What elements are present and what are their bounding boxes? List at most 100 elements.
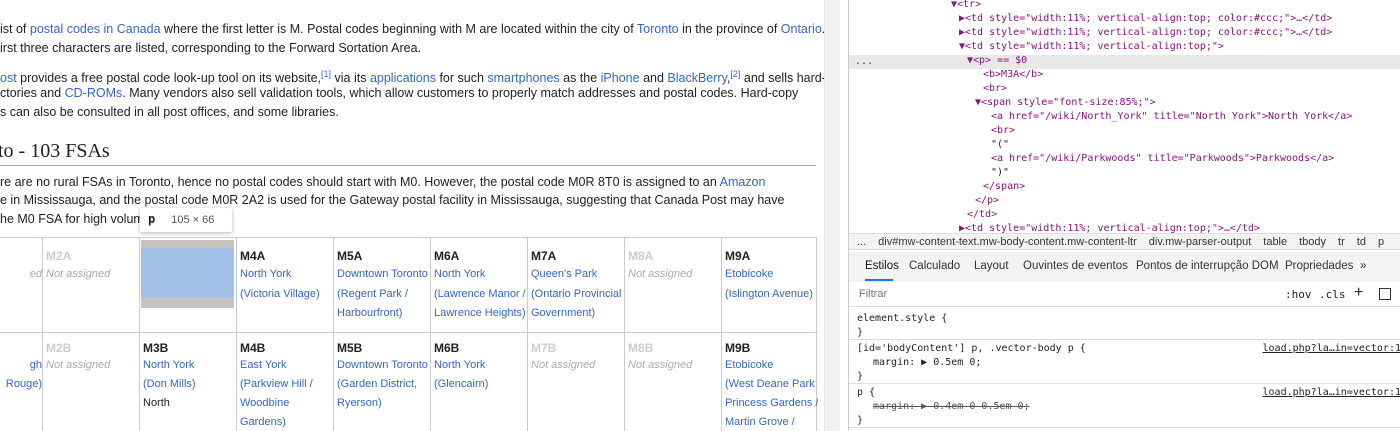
tab-propriedades[interactable]: Propriedades bbox=[1285, 260, 1353, 272]
tab-layout[interactable]: Layout bbox=[974, 260, 1009, 272]
cls-toggle[interactable]: .cls bbox=[1319, 288, 1346, 301]
table-cell: M6B North York (Glencairn) bbox=[430, 333, 527, 431]
dom-node[interactable]: <b>M3A</b> bbox=[983, 68, 1043, 82]
breadcrumb-item[interactable]: ... bbox=[857, 236, 866, 248]
area-link[interactable]: Government) bbox=[531, 304, 624, 324]
dom-node[interactable]: </span> bbox=[983, 180, 1025, 194]
paragraph-1: ist of postal codes in Canada where the … bbox=[0, 20, 825, 39]
area-link[interactable]: North York bbox=[434, 265, 527, 285]
breadcrumb-item[interactable]: div.mw-parser-output bbox=[1149, 236, 1252, 248]
postal-code: M7A bbox=[531, 249, 557, 263]
area-link[interactable]: (Regent Park / bbox=[337, 285, 430, 305]
table-cell: M5A Downtown Toronto (Regent Park / Harbour… bbox=[333, 238, 430, 333]
breadcrumb-item[interactable]: div#mw-content-text.mw-body-content.mw-c… bbox=[878, 236, 1137, 248]
tab-calculado[interactable]: Calculado bbox=[909, 260, 960, 272]
area-link[interactable]: North York bbox=[143, 356, 236, 375]
area-link[interactable]: Etobicoke bbox=[725, 265, 818, 285]
dom-node[interactable]: ▼<td style="width:11%; vertical-align:to… bbox=[959, 40, 1224, 54]
dom-ellipsis[interactable]: ... bbox=[855, 55, 873, 69]
citation[interactable]: [1] bbox=[321, 69, 331, 79]
area-link[interactable]: (Glencairn) bbox=[434, 375, 527, 394]
area-link[interactable]: Gardens) bbox=[240, 413, 333, 431]
area-link[interactable]: North bbox=[143, 394, 236, 413]
rule-declaration[interactable]: margin: ▶ 0.5em 0; bbox=[873, 356, 981, 370]
area-link[interactable]: (Garden District, bbox=[337, 375, 430, 394]
postal-code: M8A bbox=[628, 249, 654, 263]
area-link[interactable]: Queen's Park bbox=[531, 265, 624, 285]
table-cell: M7A Queen's Park (Ontario Provincial Govern… bbox=[527, 238, 624, 333]
postal-code: M4A bbox=[240, 249, 266, 263]
breadcrumb-item[interactable]: td bbox=[1357, 236, 1366, 248]
dom-node[interactable]: </p> bbox=[975, 194, 999, 208]
area-link[interactable]: Downtown Toronto bbox=[337, 356, 430, 375]
area-link[interactable]: (Victoria Village) bbox=[240, 285, 333, 305]
dom-node[interactable]: </td> bbox=[967, 208, 997, 222]
area-link[interactable]: (Parkview Hill / bbox=[240, 375, 333, 394]
rule-selector[interactable]: p { bbox=[857, 386, 875, 400]
area-link[interactable]: (Don Mills) bbox=[143, 375, 236, 394]
tab-ouvintes-de-eventos[interactable]: Ouvintes de eventos bbox=[1023, 260, 1128, 272]
rule-source-link[interactable]: load.php?la…in=vector:1 bbox=[1263, 386, 1400, 400]
area-link[interactable]: Woodbine bbox=[240, 394, 333, 413]
hov-toggle[interactable]: :hov bbox=[1285, 288, 1312, 301]
dom-node[interactable]: ▶<td style="width:11%; vertical-align:to… bbox=[959, 12, 1332, 26]
link[interactable]: Ontario bbox=[781, 22, 822, 36]
area-link[interactable]: Downtown Toronto bbox=[337, 265, 430, 285]
area-link[interactable]: gh bbox=[0, 356, 42, 375]
breadcrumb-item[interactable]: tbody bbox=[1299, 236, 1326, 248]
tab-pontos-de-interrupção-dom[interactable]: Pontos de interrupção DOM bbox=[1136, 260, 1279, 272]
area-link[interactable]: Lawrence Heights) bbox=[434, 304, 527, 324]
toggle-sidebar-icon[interactable] bbox=[1379, 288, 1391, 300]
selected-node-row[interactable] bbox=[849, 55, 1400, 69]
dom-node[interactable]: <a href="/wiki/North_York" title="North … bbox=[991, 110, 1352, 124]
area-link[interactable]: Martin Grove / bbox=[725, 413, 818, 431]
area-link[interactable]: Ryerson) bbox=[337, 394, 430, 413]
dom-node[interactable]: <br> bbox=[983, 82, 1007, 96]
dom-node[interactable]: "(" bbox=[991, 138, 1009, 152]
area-link[interactable]: (Lawrence Manor / bbox=[434, 285, 527, 305]
table-cell: M9A Etobicoke (Islington Avenue) bbox=[721, 238, 818, 333]
new-rule-button[interactable]: + bbox=[1354, 284, 1363, 302]
area-link[interactable]: (Islington Avenue) bbox=[725, 285, 818, 305]
page-scrollbar[interactable] bbox=[824, 0, 840, 431]
filter-input[interactable]: Filtrar bbox=[853, 286, 1253, 304]
area-link[interactable]: North York bbox=[240, 265, 333, 285]
table-cell: M2A Not assigned bbox=[42, 238, 139, 333]
breadcrumb-item[interactable]: table bbox=[1263, 236, 1287, 248]
postal-code: M5B bbox=[337, 341, 363, 355]
link[interactable]: Amazon bbox=[720, 175, 766, 189]
area-link[interactable]: East York bbox=[240, 356, 333, 375]
dom-node[interactable]: ▼<p> == $0 bbox=[967, 54, 1027, 68]
area-link[interactable]: Harbourfront) bbox=[337, 304, 430, 324]
more-tabs-icon[interactable]: » bbox=[1360, 260, 1366, 272]
dom-node[interactable]: ▼<tr> bbox=[951, 0, 981, 12]
area-link[interactable]: (Ontario Provincial bbox=[531, 285, 624, 305]
dom-node[interactable]: ▶<td style="width:11%; vertical-align:to… bbox=[959, 26, 1332, 40]
area-link[interactable]: North York bbox=[434, 356, 527, 375]
area-link[interactable]: Etobicoke bbox=[725, 356, 818, 375]
dom-node[interactable]: <a href="/wiki/Parkwoods" title="Parkwoo… bbox=[991, 152, 1334, 166]
link[interactable]: CD-ROMs bbox=[65, 86, 123, 100]
dom-node[interactable]: ")" bbox=[991, 166, 1009, 180]
tab-estilos[interactable]: Estilos bbox=[865, 260, 899, 272]
area-link[interactable]: Rouge) bbox=[0, 375, 42, 394]
dom-node[interactable]: <br> bbox=[991, 124, 1015, 138]
inspect-tooltip: p 105 × 66 bbox=[140, 208, 232, 232]
not-assigned-label: Not assigned bbox=[531, 359, 596, 371]
table-cell: M8B Not assigned bbox=[624, 333, 721, 431]
rule-selector[interactable]: element.style { bbox=[857, 312, 947, 326]
citation[interactable]: [2] bbox=[730, 69, 740, 79]
area-link[interactable]: (West Deane Park / bbox=[725, 375, 818, 394]
breadcrumb: ... div#mw-content-text.mw-body-content.m… bbox=[849, 233, 1400, 250]
link[interactable]: Toronto bbox=[637, 22, 679, 36]
postal-code: M9A bbox=[725, 249, 751, 263]
area-link[interactable]: Princess Gardens / bbox=[725, 394, 818, 413]
breadcrumb-item[interactable]: p bbox=[1378, 236, 1384, 248]
link[interactable]: postal codes in Canada bbox=[30, 22, 161, 36]
dom-node[interactable]: ▼<span style="font-size:85%;"> bbox=[975, 96, 1156, 110]
breadcrumb-item[interactable]: tr bbox=[1338, 236, 1345, 248]
rule-source-link[interactable]: load.php?la…in=vector:1 bbox=[1263, 342, 1400, 356]
rule-selector[interactable]: [id='bodyContent'] p, .vector-body p { bbox=[857, 342, 1086, 356]
rule-declaration[interactable]: margin: ▶ 0.4em 0 0.5em 0; bbox=[873, 400, 1030, 414]
postal-code: M8B bbox=[628, 341, 654, 355]
